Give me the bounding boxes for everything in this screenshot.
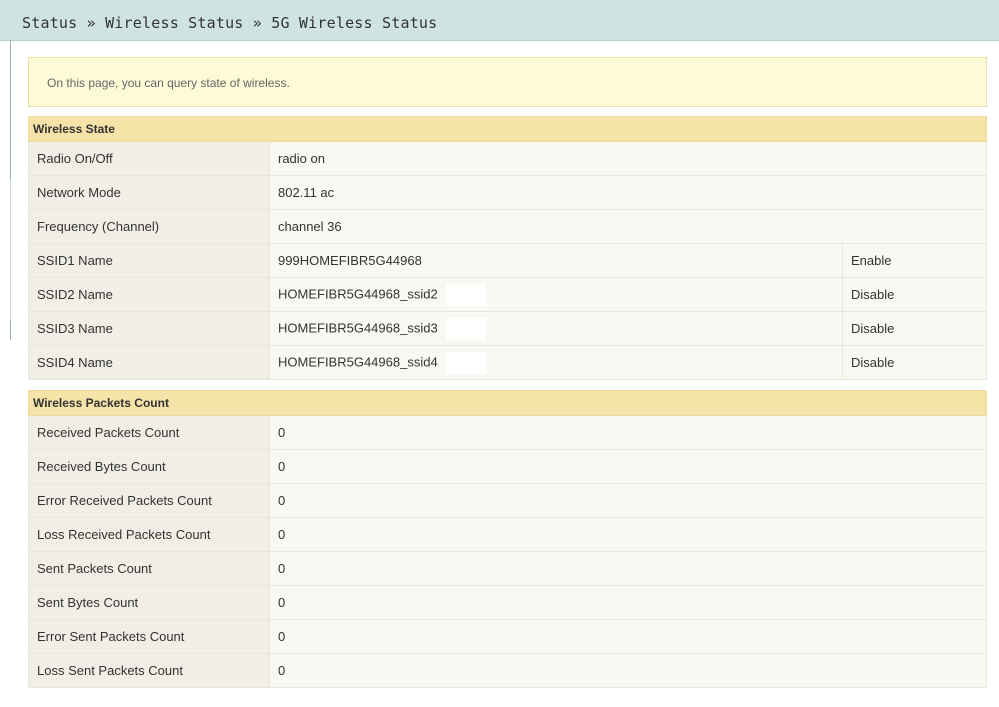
row-label: Loss Received Packets Count (28, 517, 270, 552)
ssid-value-cell: HOMEFIBR5G44968_ssid2 (269, 277, 843, 312)
ssid-status: Disable (842, 277, 987, 312)
packets-count-table: Wireless Packets Count Received Packets … (28, 390, 987, 688)
ssid-value: HOMEFIBR5G44968_ssid3 (278, 319, 438, 335)
row-value: 0 (269, 449, 987, 484)
breadcrumb-bar: Status » Wireless Status » 5G Wireless S… (0, 0, 999, 41)
wireless-state-table: Wireless State Radio On/Off radio on Net… (28, 116, 987, 380)
table-row: Loss Received Packets Count 0 (28, 517, 987, 552)
notice-text: On this page, you can query state of wir… (47, 76, 290, 90)
ssid-value: HOMEFIBR5G44968_ssid4 (278, 353, 438, 369)
breadcrumb: Status » Wireless Status » 5G Wireless S… (22, 14, 438, 32)
ssid-row: SSID4 Name HOMEFIBR5G44968_ssid4 Disable (28, 345, 987, 380)
row-value: radio on (269, 141, 987, 176)
row-value: 0 (269, 483, 987, 518)
info-notice: On this page, you can query state of wir… (28, 57, 987, 107)
redaction-block (445, 351, 486, 374)
left-border-lower (10, 180, 11, 320)
row-label: Loss Sent Packets Count (28, 653, 270, 688)
table-row: Sent Bytes Count 0 (28, 585, 987, 620)
redaction-block (445, 317, 486, 340)
row-value: 0 (269, 619, 987, 654)
row-label: Error Received Packets Count (28, 483, 270, 518)
row-label: Received Packets Count (28, 415, 270, 450)
table-row: Sent Packets Count 0 (28, 551, 987, 586)
ssid-row: SSID1 Name 999HOMEFIBR5G44968 Enable (28, 243, 987, 278)
main-content: On this page, you can query state of wir… (28, 57, 987, 688)
redaction-block (445, 283, 486, 306)
ssid-label: SSID2 Name (28, 277, 270, 312)
row-label: Radio On/Off (28, 141, 270, 176)
ssid-status: Disable (842, 345, 987, 380)
table-row: Frequency (Channel) channel 36 (28, 209, 987, 244)
table-row: Network Mode 802.11 ac (28, 175, 987, 210)
table-row: Radio On/Off radio on (28, 141, 987, 176)
ssid-value-cell: HOMEFIBR5G44968_ssid3 (269, 311, 843, 346)
row-label: Frequency (Channel) (28, 209, 270, 244)
row-value: 0 (269, 551, 987, 586)
row-value: 0 (269, 653, 987, 688)
packets-count-header: Wireless Packets Count (28, 390, 987, 416)
table-row: Error Sent Packets Count 0 (28, 619, 987, 654)
ssid-label: SSID1 Name (28, 243, 270, 278)
ssid-value-cell: HOMEFIBR5G44968_ssid4 (269, 345, 843, 380)
table-row: Received Bytes Count 0 (28, 449, 987, 484)
table-row: Received Packets Count 0 (28, 415, 987, 450)
table-row: Loss Sent Packets Count 0 (28, 653, 987, 688)
row-value: 0 (269, 517, 987, 552)
row-label: Sent Bytes Count (28, 585, 270, 620)
ssid-row: SSID2 Name HOMEFIBR5G44968_ssid2 Disable (28, 277, 987, 312)
row-value: 802.11 ac (269, 175, 987, 210)
wireless-state-header: Wireless State (28, 116, 987, 142)
ssid-label: SSID4 Name (28, 345, 270, 380)
row-value: 0 (269, 585, 987, 620)
ssid-status: Enable (842, 243, 987, 278)
ssid-value: 999HOMEFIBR5G44968 (269, 243, 843, 278)
row-value: channel 36 (269, 209, 987, 244)
row-label: Error Sent Packets Count (28, 619, 270, 654)
table-row: Error Received Packets Count 0 (28, 483, 987, 518)
row-label: Received Bytes Count (28, 449, 270, 484)
row-label: Network Mode (28, 175, 270, 210)
ssid-label: SSID3 Name (28, 311, 270, 346)
ssid-value: HOMEFIBR5G44968_ssid2 (278, 285, 438, 301)
row-value: 0 (269, 415, 987, 450)
row-label: Sent Packets Count (28, 551, 270, 586)
ssid-row: SSID3 Name HOMEFIBR5G44968_ssid3 Disable (28, 311, 987, 346)
ssid-status: Disable (842, 311, 987, 346)
